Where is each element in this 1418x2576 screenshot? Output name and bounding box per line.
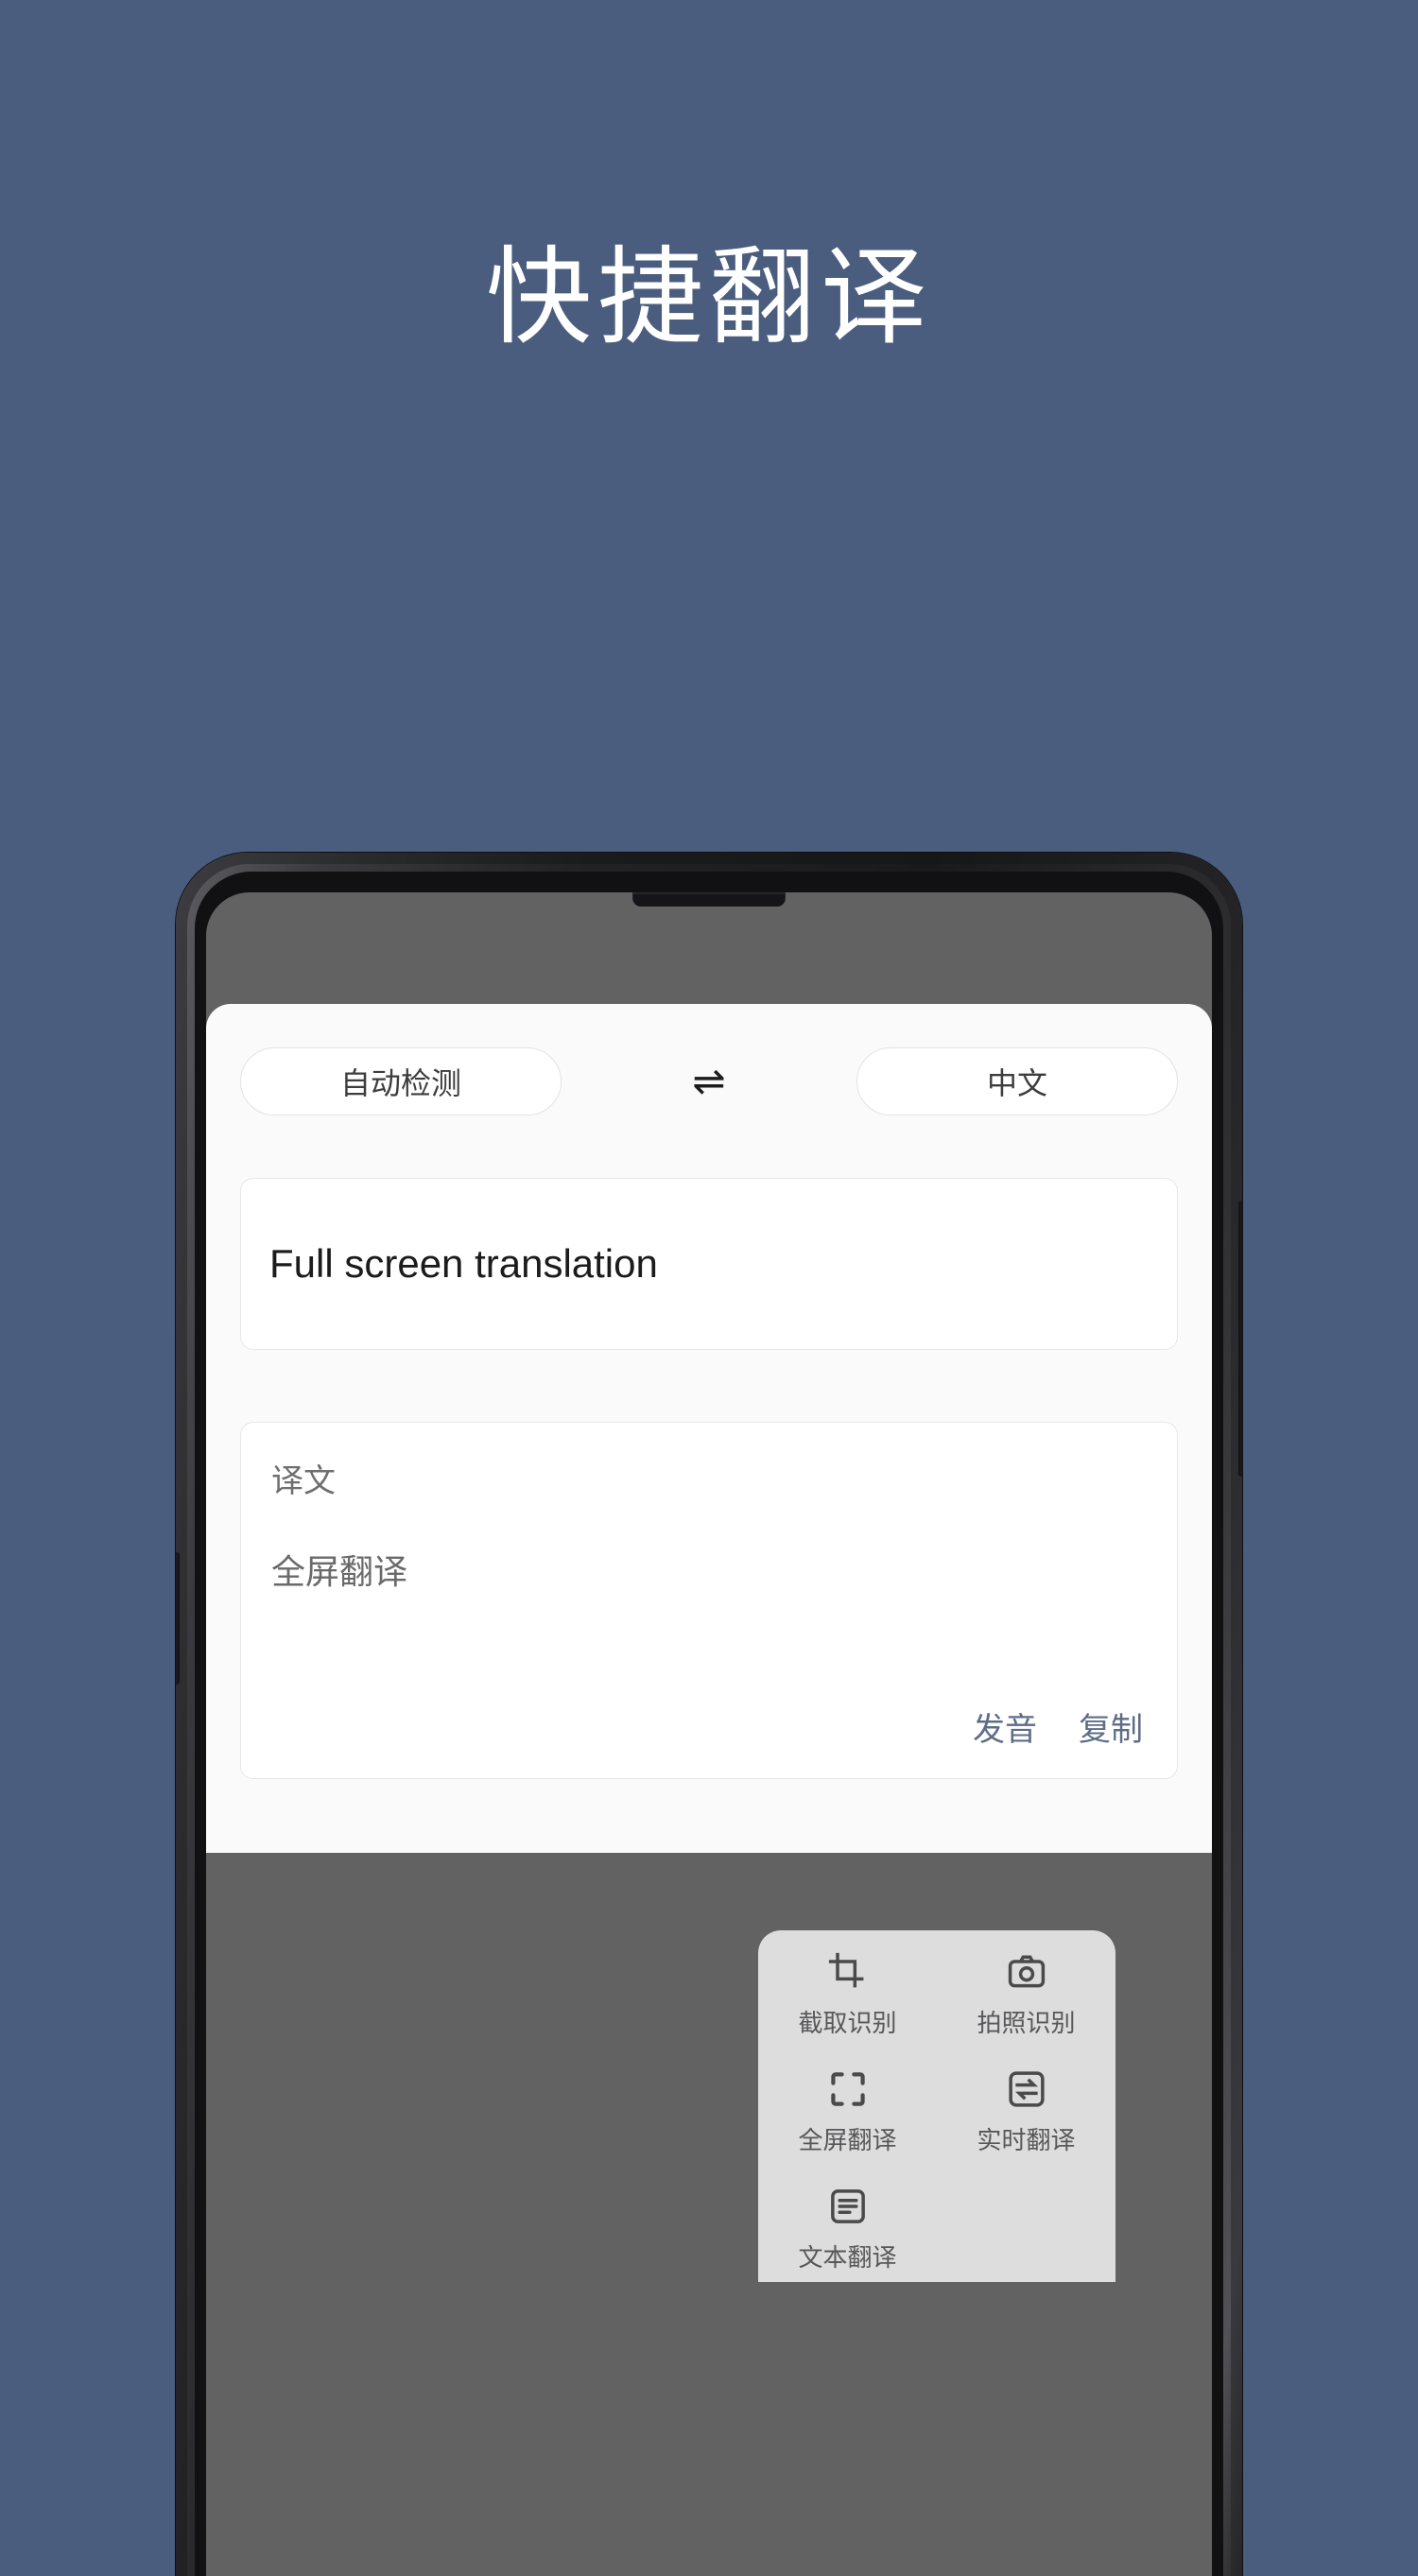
source-text-input[interactable]: Full screen translation [240, 1178, 1178, 1350]
swap-box-icon [1006, 2068, 1047, 2110]
result-action-bar: 发音 复制 [973, 1703, 1143, 1750]
earpiece-notch [632, 892, 786, 907]
camera-icon [1006, 1951, 1047, 1993]
quick-action-text-translate[interactable]: 文本翻译 [758, 2186, 937, 2303]
quick-action-panel[interactable]: 截取识别 拍照识别 全屏翻译 实时翻译 文本翻译 [758, 1930, 1115, 2282]
quick-action-label: 截取识别 [798, 2009, 897, 2037]
fullscreen-icon [827, 2068, 869, 2110]
result-label: 译文 [271, 1463, 336, 1499]
quick-action-label: 全屏翻译 [798, 2126, 897, 2154]
language-selector-bar: 自动检测 ⇌ 中文 [240, 1047, 1178, 1115]
text-document-icon [827, 2186, 869, 2227]
target-language-button[interactable]: 中文 [856, 1047, 1178, 1115]
source-text-value: Full screen translation [269, 1241, 658, 1286]
translation-card: 自动检测 ⇌ 中文 Full screen translation 译文 全屏翻… [206, 1004, 1212, 1853]
quick-action-fullscreen-translate[interactable]: 全屏翻译 [758, 2068, 937, 2186]
promo-page: 快捷翻译 全屏翻译目标语言 中文 › [0, 0, 1418, 2576]
result-text: 全屏翻译 [271, 1552, 408, 1591]
quick-action-live-translate[interactable]: 实时翻译 [937, 2068, 1115, 2186]
copy-button[interactable]: 复制 [1079, 1703, 1143, 1750]
power-button[interactable] [1238, 1201, 1242, 1477]
phone-device-frame: 全屏翻译目标语言 中文 › 实时翻译识别语言 英文 [176, 853, 1242, 2576]
crop-icon [827, 1951, 869, 1993]
volume-button[interactable] [176, 1552, 180, 1685]
source-language-button[interactable]: 自动检测 [240, 1047, 562, 1115]
quick-action-label: 实时翻译 [977, 2126, 1076, 2154]
swap-horizontal-icon[interactable]: ⇌ [686, 1062, 731, 1101]
quick-action-crop-recognize[interactable]: 截取识别 [758, 1951, 937, 2068]
quick-action-label: 文本翻译 [798, 2243, 897, 2272]
speak-button[interactable]: 发音 [973, 1703, 1037, 1750]
phone-screen: 全屏翻译目标语言 中文 › 实时翻译识别语言 英文 [206, 892, 1212, 2576]
quick-action-camera-recognize[interactable]: 拍照识别 [937, 1951, 1115, 2068]
quick-action-label: 拍照识别 [977, 2009, 1076, 2037]
page-title: 快捷翻译 [486, 236, 932, 359]
translation-result-card: 译文 全屏翻译 发音 复制 [240, 1422, 1178, 1779]
